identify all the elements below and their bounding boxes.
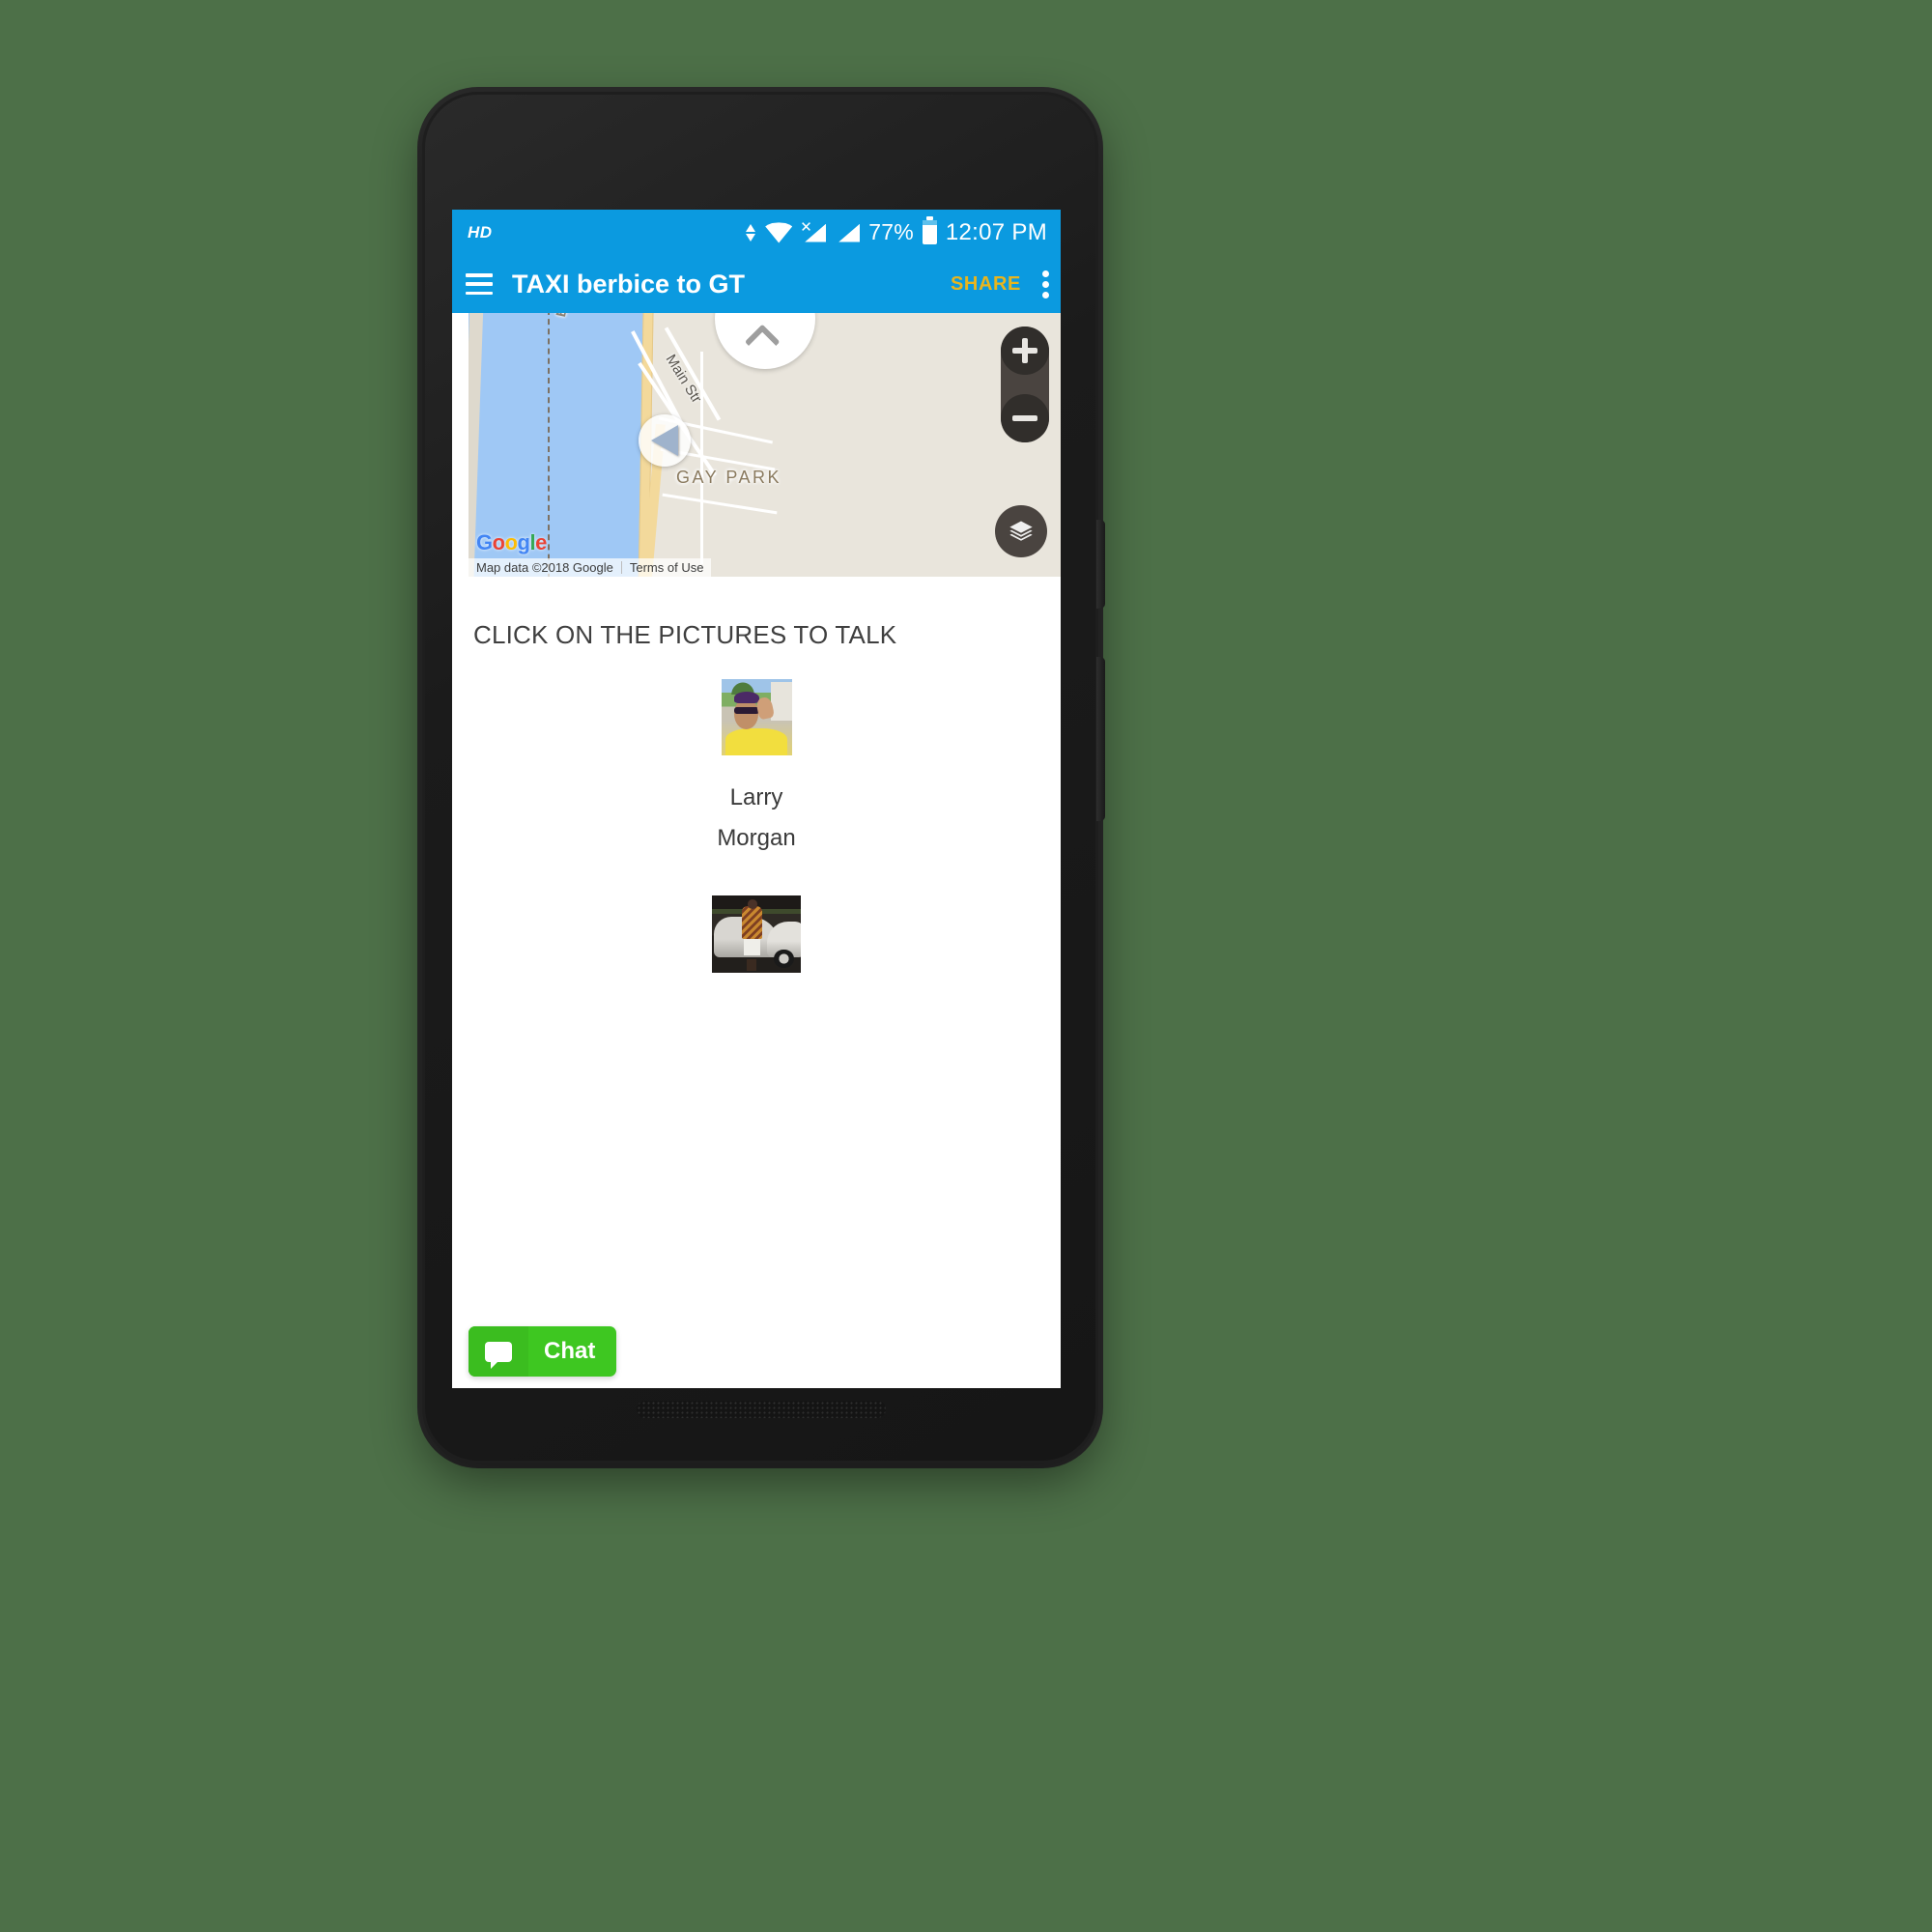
signal-bars-icon (835, 221, 861, 244)
map-zoom-controls[interactable] (1001, 327, 1049, 442)
zoom-out-button[interactable] (1001, 394, 1049, 442)
location-arrow-icon (651, 425, 678, 456)
layers-icon (1009, 521, 1033, 541)
map-attribution-bar: Map data ©2018 Google Terms of Use (469, 558, 712, 577)
share-button[interactable]: SHARE (951, 273, 1021, 296)
volume-button[interactable] (1096, 657, 1105, 821)
map-boundary-dashed-line (548, 313, 550, 577)
person-last-name: Morgan (717, 825, 796, 851)
person-first-name: Larry (729, 784, 783, 810)
person-photo[interactable] (721, 679, 792, 755)
battery-icon (922, 216, 937, 244)
main-content: CLICK ON THE PICTURES TO TALK Larry Morg… (452, 577, 1061, 1388)
chevron-up-icon (744, 324, 781, 360)
wifi-icon (765, 222, 793, 243)
hamburger-menu-icon[interactable] (466, 273, 493, 295)
data-sync-icon (746, 221, 756, 244)
kebab-menu-icon[interactable] (1042, 270, 1049, 298)
google-logo: Google (476, 530, 547, 554)
person-photo[interactable] (712, 895, 801, 973)
power-button[interactable] (1096, 520, 1105, 609)
phone-screen: HD ✕ 77% 12:07 PM TAXI berbice to GT SHA… (452, 210, 1061, 1388)
person-card[interactable]: Larry Morgan (452, 679, 1061, 859)
map-label-gay-park: GAY PARK (676, 468, 782, 487)
current-location-marker[interactable] (639, 414, 691, 467)
bottom-speaker (637, 1401, 886, 1418)
zoom-in-button[interactable] (1001, 327, 1049, 375)
instruction-headline: CLICK ON THE PICTURES TO TALK (473, 620, 897, 649)
map-minor-road (700, 352, 703, 564)
terms-of-use-link[interactable]: Terms of Use (622, 558, 712, 577)
chat-button[interactable]: Chat (469, 1326, 617, 1377)
person-card[interactable] (452, 859, 1061, 978)
google-map[interactable]: EAS Main Str GAY PARK (469, 313, 1061, 577)
status-bar: HD ✕ 77% 12:07 PM (452, 210, 1061, 255)
status-bar-icons: ✕ 77% 12:07 PM (746, 216, 1047, 246)
hd-badge: HD (468, 222, 493, 242)
map-minor-road (662, 493, 778, 515)
battery-percent-label: 77% (868, 219, 914, 244)
map-container[interactable]: EAS Main Str GAY PARK (452, 313, 1061, 577)
chat-button-label: Chat (544, 1338, 596, 1364)
map-collapse-button[interactable] (714, 313, 815, 369)
screenshot-stage: HD ✕ 77% 12:07 PM TAXI berbice to GT SHA… (0, 0, 1932, 1932)
map-layers-button[interactable] (995, 505, 1047, 557)
chat-bubble-icon (469, 1326, 528, 1377)
map-data-attribution: Map data ©2018 Google (476, 560, 613, 575)
signal-no-sim-icon: ✕ (800, 220, 827, 244)
person-name: Larry Morgan (452, 778, 1061, 859)
phone-device-frame: HD ✕ 77% 12:07 PM TAXI berbice to GT SHA… (422, 92, 1105, 1463)
status-bar-clock: 12:07 PM (945, 218, 1047, 245)
app-bar: TAXI berbice to GT SHARE (452, 255, 1061, 313)
page-title: TAXI berbice to GT (512, 269, 746, 298)
